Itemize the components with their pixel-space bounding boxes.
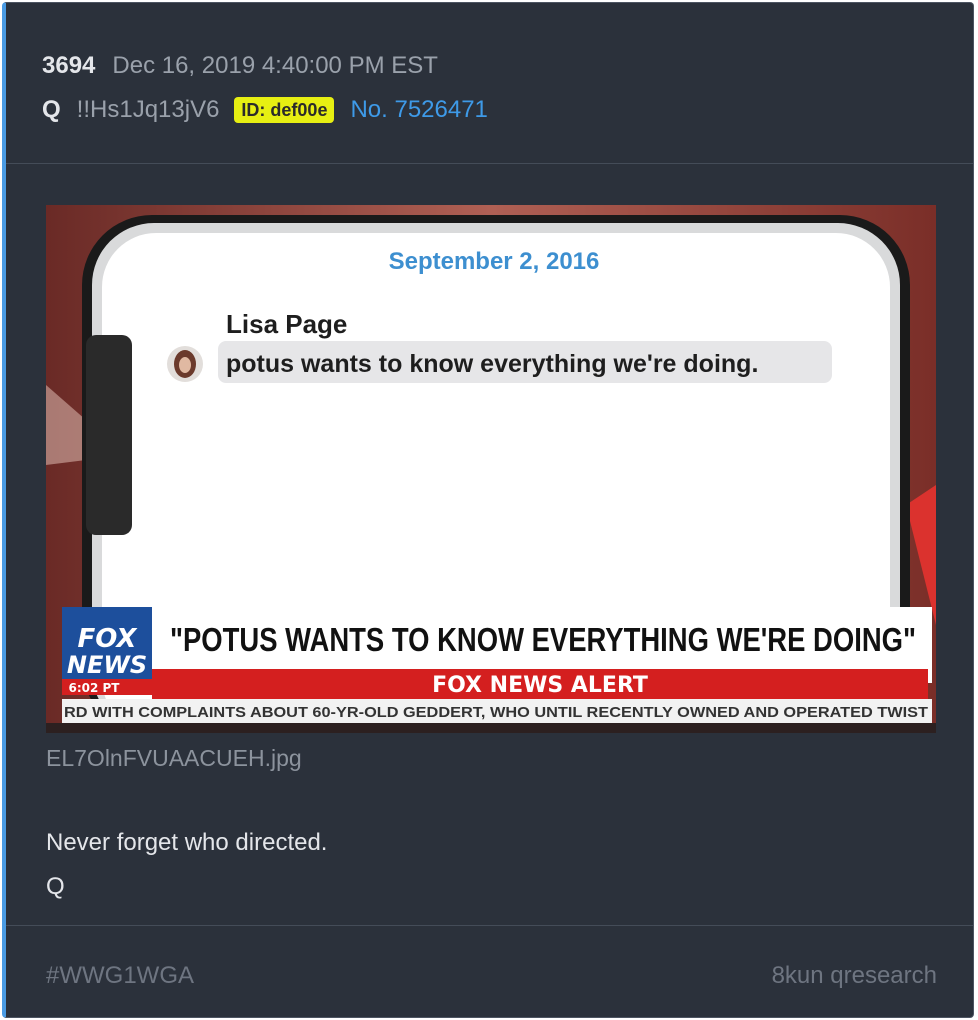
author-name: Q — [42, 96, 61, 123]
post-body: Never forget who directed. Q — [46, 821, 327, 909]
news-screenshot: September 2, 2016 Lisa Page potus wants … — [46, 205, 936, 733]
post-number: 3694 — [42, 52, 96, 79]
post-footer: #WWG1WGA 8kun qresearch — [6, 925, 973, 1017]
post-header: 3694 Dec 16, 2019 4:40:00 PM EST Q !!Hs1… — [6, 3, 973, 164]
body-signature: Q — [46, 873, 65, 900]
message-text: potus wants to know everything we're doi… — [226, 350, 758, 378]
logo-line1: FOX — [78, 624, 139, 654]
avatar — [167, 346, 203, 382]
logo-time: 6:02 PT — [68, 681, 120, 695]
alert-text: FOX NEWS ALERT — [432, 673, 648, 698]
ticker-text: RD WITH COMPLAINTS ABOUT 60-YR-OLD GEDDE… — [64, 704, 928, 721]
post-author-row: Q !!Hs1Jq13jV6 ID: def00e No. 7526471 — [42, 93, 488, 127]
attachment-filename[interactable]: EL7OlnFVUAACUEH.jpg — [46, 745, 302, 772]
post-number-link[interactable]: No. 7526471 — [350, 96, 487, 124]
attachment-image[interactable]: September 2, 2016 Lisa Page potus wants … — [46, 205, 936, 733]
hashtag: #WWG1WGA — [46, 962, 194, 989]
source-label: 8kun qresearch — [771, 962, 937, 989]
post-meta-row: 3694 Dec 16, 2019 4:40:00 PM EST — [42, 49, 438, 83]
post-card: 3694 Dec 16, 2019 4:40:00 PM EST Q !!Hs1… — [2, 2, 974, 1018]
logo-line2: NEWS — [67, 651, 147, 679]
tripcode: !!Hs1Jq13jV6 — [76, 96, 220, 123]
screen-date: September 2, 2016 — [389, 248, 600, 275]
headline-text: "POTUS WANTS TO KNOW EVERYTHING WE'RE DO… — [170, 621, 916, 658]
post-date: Dec 16, 2019 4:40:00 PM EST — [112, 52, 438, 79]
body-line: Never forget who directed. — [46, 829, 328, 856]
id-badge: ID: def00e — [234, 97, 335, 123]
sender-name: Lisa Page — [226, 309, 347, 339]
